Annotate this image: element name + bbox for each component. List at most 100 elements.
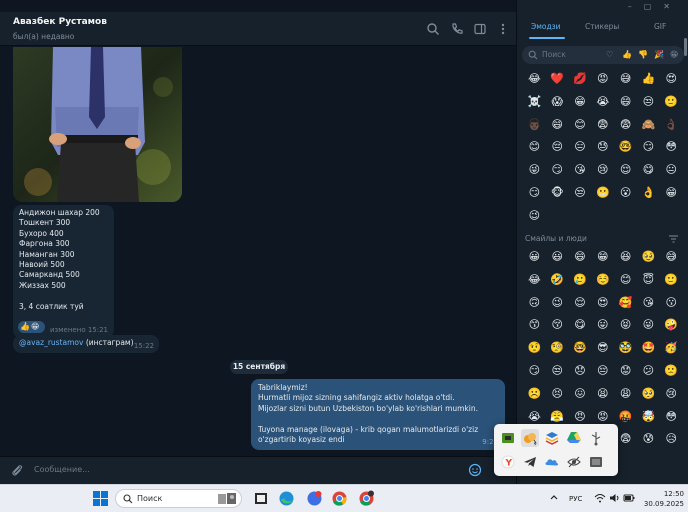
contact-name[interactable]: Авазбек Рустамов xyxy=(13,17,107,27)
emoji-item[interactable]: 🤣 xyxy=(546,269,569,292)
outgoing-message[interactable]: Tabriklaymiz! Hurmatli mijoz sizning sah… xyxy=(251,379,505,450)
message-list[interactable]: Андижон шахар 200 Тошкент 300 Бухоро 400… xyxy=(0,47,516,456)
message-composer[interactable]: Сообщение... xyxy=(0,456,516,484)
windows-start-icon[interactable] xyxy=(92,490,109,507)
emoji-item[interactable]: 😩 xyxy=(614,383,637,406)
emoji-item[interactable]: 😰 xyxy=(637,428,660,451)
emoji-item[interactable]: 😘 xyxy=(637,292,660,315)
emoji-item[interactable]: 😡 xyxy=(591,68,614,91)
emoji-item[interactable]: 😖 xyxy=(569,383,592,406)
emoji-item[interactable]: 😂 xyxy=(523,269,546,292)
yandex-icon[interactable]: Y xyxy=(499,453,517,471)
emoji-item[interactable]: 😗 xyxy=(660,292,683,315)
emoji-item[interactable]: 😬 xyxy=(591,182,614,205)
emoji-item[interactable]: 👨🏿 xyxy=(523,114,546,137)
emoji-item[interactable]: 😁 xyxy=(591,246,614,269)
emoji-item[interactable]: 😘 xyxy=(569,159,592,182)
taskbar-search-input[interactable]: Поиск xyxy=(137,494,162,503)
emoji-item[interactable]: 🐵 xyxy=(546,182,569,205)
google-drive-icon[interactable] xyxy=(565,429,583,447)
close-button[interactable]: ✕ xyxy=(663,2,682,11)
emoji-item[interactable]: 👌🏿 xyxy=(660,114,683,137)
emoji-item[interactable]: 😜 xyxy=(637,314,660,337)
minimize-button[interactable]: – xyxy=(628,2,644,11)
language-indicator[interactable]: РУС xyxy=(569,495,582,503)
emoji-item[interactable]: 😁 xyxy=(660,182,683,205)
emoji-item[interactable]: 🥰 xyxy=(614,292,637,315)
emoji-item[interactable]: 😣 xyxy=(546,383,569,406)
emoji-item[interactable]: 🤩 xyxy=(637,337,660,360)
heart-icon[interactable]: ♡ xyxy=(606,50,613,59)
emoji-item[interactable]: 😏 xyxy=(637,136,660,159)
emoji-item[interactable]: 😢 xyxy=(660,383,683,406)
emoji-search[interactable]: Поиск ♡ 👍 👎 🎉 😁 xyxy=(522,46,684,64)
emoji-item[interactable]: 😁 xyxy=(569,91,592,114)
more-options-icon[interactable] xyxy=(496,22,510,36)
tab-gif[interactable]: GIF xyxy=(654,22,666,31)
emoji-item[interactable]: 😔 xyxy=(591,360,614,383)
emoji-item[interactable]: 😍 xyxy=(660,68,683,91)
filter-icon[interactable] xyxy=(669,235,678,243)
emoji-item[interactable]: 😊 xyxy=(614,269,637,292)
chrome-profile-app-icon[interactable] xyxy=(358,490,375,507)
emoji-item[interactable]: 😐 xyxy=(660,159,683,182)
emoji-item[interactable]: 😛 xyxy=(591,314,614,337)
emoji-item[interactable]: 😌 xyxy=(569,292,592,315)
file-explorer-app-icon[interactable] xyxy=(252,490,269,507)
emoji-item[interactable]: 😙 xyxy=(523,314,546,337)
emoji-item[interactable]: 😊 xyxy=(523,136,546,159)
emoji-item[interactable]: 🤬 xyxy=(614,406,637,429)
emoji-item[interactable]: 😄 xyxy=(569,246,592,269)
instagram-link[interactable]: @avaz_rustamov xyxy=(19,338,83,347)
price-list-message[interactable]: Андижон шахар 200 Тошкент 300 Бухоро 400… xyxy=(13,205,114,338)
emoji-item[interactable]: 🙂 xyxy=(660,91,683,114)
reaction-grin[interactable]: 😁 xyxy=(31,321,39,333)
emoji-item[interactable]: 😏 xyxy=(523,182,546,205)
emoji-item[interactable]: 😫 xyxy=(591,383,614,406)
emoji-item[interactable]: 🤯 xyxy=(637,406,660,429)
emoji-item[interactable]: ❤️ xyxy=(546,68,569,91)
emoji-item[interactable]: 🙂 xyxy=(660,269,683,292)
taskbar-search[interactable]: Поиск xyxy=(115,489,242,508)
emoji-item[interactable]: 😏 xyxy=(523,360,546,383)
cloud-icon[interactable] xyxy=(543,453,561,471)
emoji-item[interactable]: 😕 xyxy=(637,360,660,383)
grin-icon[interactable]: 😁 xyxy=(670,50,678,59)
battery-icon[interactable] xyxy=(623,493,635,503)
window-controls[interactable]: –▢✕ xyxy=(628,2,682,11)
emoji-item[interactable]: 💋 xyxy=(569,68,592,91)
emoji-search-input[interactable]: Поиск xyxy=(542,50,566,59)
emoji-item[interactable]: 🙃 xyxy=(523,292,546,315)
reactions[interactable]: 👍 😁 xyxy=(18,321,45,333)
emoji-item[interactable]: 🥸 xyxy=(614,337,637,360)
emoji-item[interactable]: 😢 xyxy=(591,159,614,182)
emoji-item[interactable]: 😱 xyxy=(546,91,569,114)
emoji-item[interactable]: 🤓 xyxy=(614,136,637,159)
emoji-item[interactable]: ☠️ xyxy=(523,91,546,114)
emoji-item[interactable]: 😓 xyxy=(591,136,614,159)
emoji-item[interactable]: 😅 xyxy=(660,246,683,269)
emoji-item[interactable]: 😇 xyxy=(637,269,660,292)
emoji-item[interactable]: 😌 xyxy=(614,159,637,182)
emoji-item[interactable]: 👍 xyxy=(637,68,660,91)
emoji-item[interactable]: 🥹 xyxy=(637,246,660,269)
emoji-item[interactable]: 😀 xyxy=(523,246,546,269)
emoji-item[interactable]: 🤪 xyxy=(660,314,683,337)
edge-app-icon[interactable] xyxy=(278,490,295,507)
emoji-item[interactable]: 🤨 xyxy=(523,337,546,360)
emoji-item[interactable]: 😒 xyxy=(546,360,569,383)
emoji-item[interactable]: 🧐 xyxy=(546,337,569,360)
emoji-item[interactable]: 😒 xyxy=(637,91,660,114)
screen-capture-icon[interactable] xyxy=(587,453,605,471)
emoji-item[interactable]: 🥺 xyxy=(637,383,660,406)
scrollbar[interactable] xyxy=(684,38,687,56)
emoji-item[interactable]: ☹️ xyxy=(523,383,546,406)
emoji-item[interactable]: 😒 xyxy=(569,182,592,205)
nvidia-icon[interactable] xyxy=(499,429,517,447)
emoji-item[interactable]: 😆 xyxy=(614,246,637,269)
emoji-item[interactable]: 👌 xyxy=(637,182,660,205)
emoji-item[interactable]: 😃 xyxy=(546,246,569,269)
emoji-item[interactable]: 😋 xyxy=(637,159,660,182)
volume-icon[interactable] xyxy=(609,493,621,503)
emoji-item[interactable]: 😚 xyxy=(546,314,569,337)
